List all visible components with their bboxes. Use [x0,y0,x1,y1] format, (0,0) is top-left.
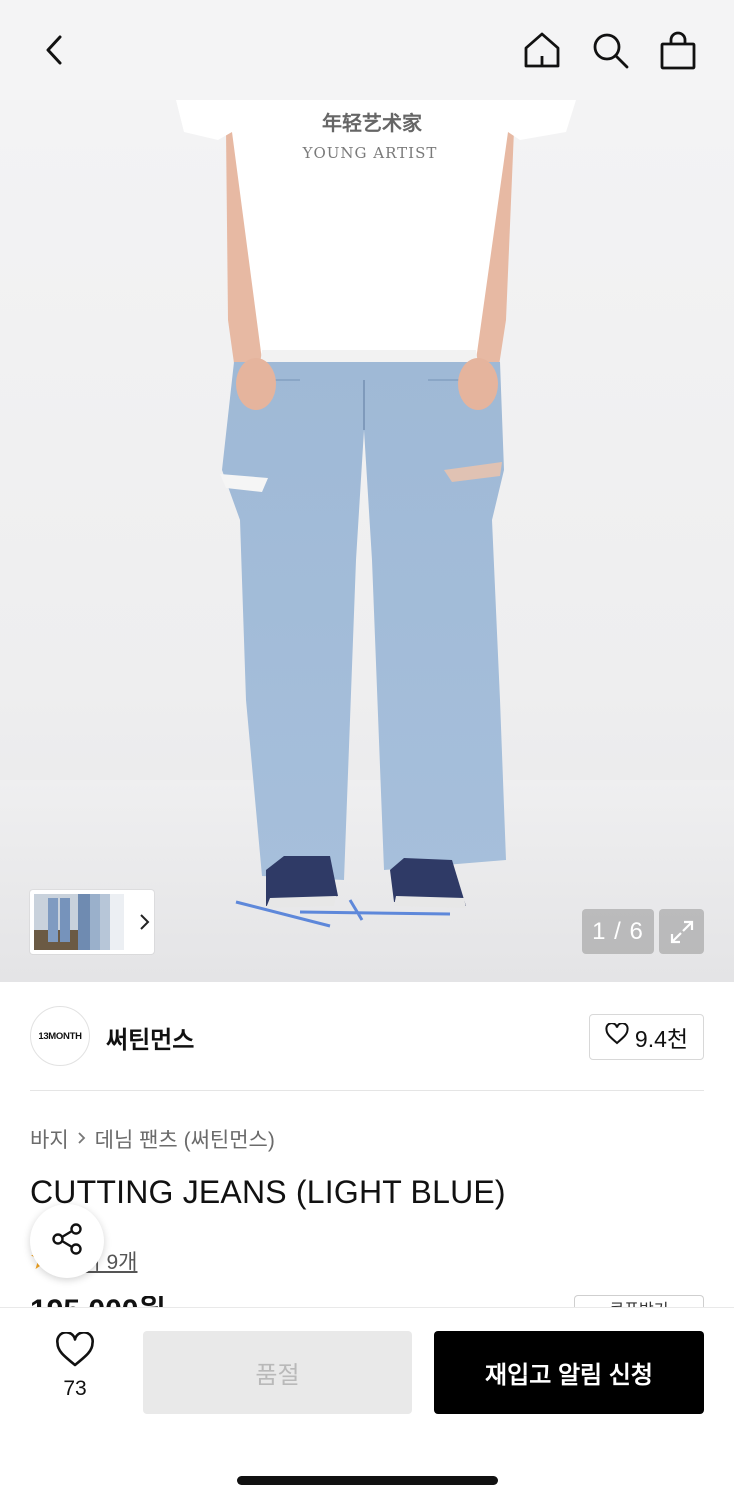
product-photo: 年轻艺术家 YOUNG ARTIST [0,100,734,982]
home-icon[interactable] [516,24,568,76]
breadcrumb-item[interactable]: 데님 팬츠 (써틴먼스) [95,1124,275,1154]
share-icon [49,1221,85,1262]
product-title: CUTTING JEANS (LIGHT BLUE) [30,1174,506,1210]
share-button[interactable] [30,1204,104,1278]
expand-icon[interactable] [659,909,704,954]
wishlist-button[interactable]: 73 [40,1331,110,1412]
breadcrumb-item[interactable]: 바지 [30,1124,69,1154]
restock-notify-button[interactable]: 재입고 알림 신청 [434,1331,704,1414]
chevron-right-icon[interactable] [136,912,154,932]
heart-icon [55,1331,95,1373]
bottom-action-bar: 73 품절 재입고 알림 신청 [0,1307,734,1500]
home-indicator[interactable] [237,1476,498,1485]
shopping-bag-icon[interactable] [652,24,704,76]
breadcrumb: 바지 데님 팬츠 (써틴먼스) [30,1124,275,1154]
brand-logo[interactable]: 13MONTH [30,1006,90,1066]
thumbnail-image[interactable] [34,894,78,950]
chevron-left-icon[interactable] [28,24,80,76]
image-counter: 1 / 6 [582,909,654,954]
divider [30,1090,704,1091]
thumbnail-stack[interactable] [77,894,126,950]
thumbnail-strip[interactable] [30,890,154,954]
tshirt-print-en: YOUNG ARTIST [302,144,438,162]
top-navigation-bar [0,0,734,100]
tshirt-print-cn: 年轻艺术家 [322,111,423,135]
product-image-gallery[interactable]: 年轻艺术家 YOUNG ARTIST 1 / 6 [0,0,734,982]
chevron-right-icon [77,1129,87,1150]
heart-icon [605,1022,629,1051]
brand-like-button[interactable]: 9.4천 [589,1014,704,1060]
brand-like-count: 9.4천 [634,1026,689,1052]
brand-name[interactable]: 써틴먼스 [106,1020,194,1055]
brand-row[interactable]: 13MONTH 써틴먼스 9.4천 [30,1006,704,1070]
search-icon[interactable] [584,24,636,76]
wishlist-count: 73 [63,1377,87,1400]
soldout-button: 품절 [143,1331,412,1414]
